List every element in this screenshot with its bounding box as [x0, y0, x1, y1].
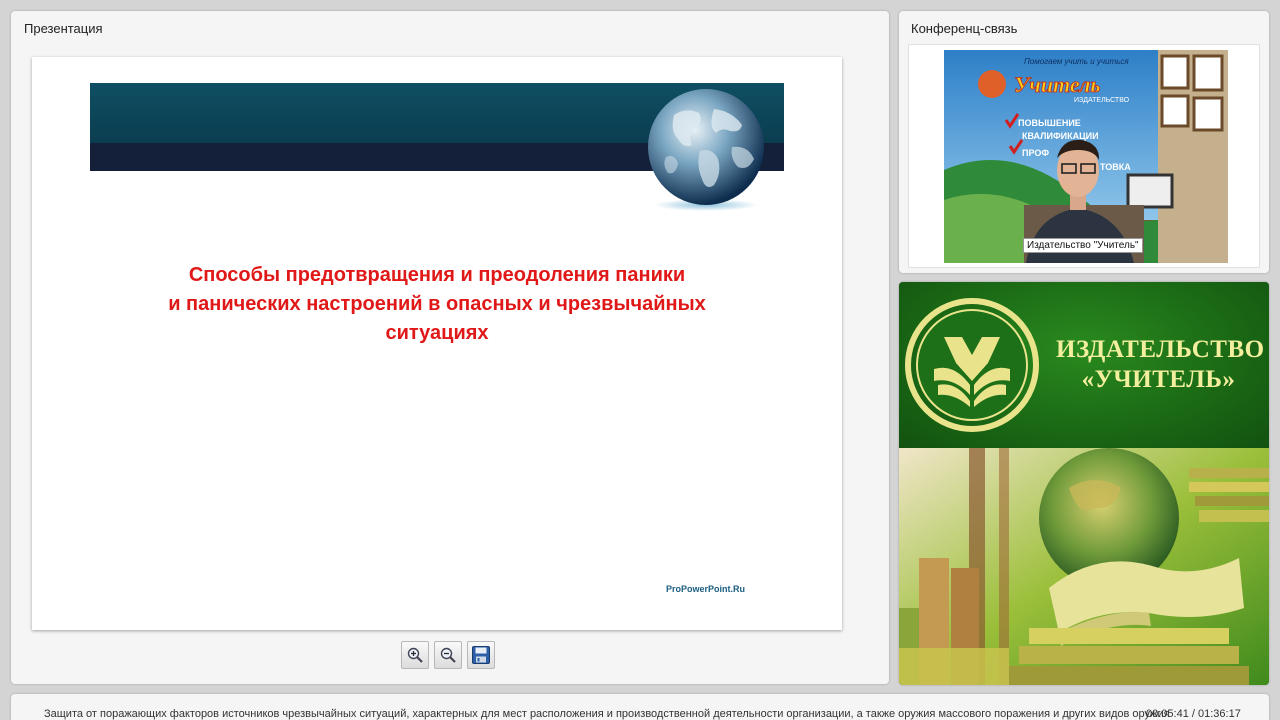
banner-text: ТОВКА: [1100, 162, 1131, 172]
save-button[interactable]: [467, 641, 495, 669]
banner-text: КВАЛИФИКАЦИИ: [1022, 131, 1099, 141]
publisher-name-line: ИЗДАТЕЛЬСТВО: [1056, 336, 1265, 363]
publisher-logo-icon: [905, 298, 1039, 432]
zoom-out-button[interactable]: [434, 641, 462, 669]
webcam-image: Помогаем учить и учиться Учитель ИЗДАТЕЛ…: [944, 50, 1228, 263]
slide-heading-line: ситуациях: [385, 322, 489, 344]
slide-heading-line: и панических настроений в опасных и чрез…: [168, 293, 706, 315]
zoom-in-button[interactable]: [401, 641, 429, 669]
webcam-video[interactable]: Помогаем учить и учиться Учитель ИЗДАТЕЛ…: [944, 50, 1228, 263]
lecture-title: Защита от поражающих факторов источников…: [44, 708, 1170, 720]
banner-text: ПОВЫШЕНИЕ: [1018, 118, 1081, 128]
presentation-panel-title: Презентация: [24, 21, 103, 36]
zoom-out-icon: [440, 647, 456, 663]
publisher-panel: ИЗДАТЕЛЬСТВО «УЧИТЕЛЬ»: [899, 282, 1269, 685]
footer-bar: Защита от поражающих факторов источников…: [11, 694, 1269, 720]
banner-text: Помогаем учить и учиться: [1024, 57, 1129, 66]
publisher-image: [899, 448, 1269, 685]
slide-heading: Способы предотвращения и преодоления пан…: [92, 261, 782, 348]
publisher-name: ИЗДАТЕЛЬСТВО «УЧИТЕЛЬ»: [1056, 335, 1265, 395]
video-caption: Издательство "Учитель": [1023, 238, 1143, 253]
globe-icon: [648, 89, 764, 211]
banner-text: Учитель: [1014, 72, 1100, 97]
conference-panel-title: Конференц-связь: [911, 21, 1018, 36]
slide-toolbar: [401, 641, 495, 669]
zoom-in-icon: [407, 647, 423, 663]
playback-time: 00:05:41 / 01:36:17: [1146, 708, 1241, 720]
conference-panel: Конференц-связь Помогаем учить и учиться…: [899, 11, 1269, 273]
presentation-slide: Способы предотвращения и преодоления пан…: [32, 57, 842, 630]
banner-text: ПРОФ: [1022, 148, 1049, 158]
presentation-panel: Презентация Способы предотвращения и пре…: [11, 11, 889, 684]
slide-credit: ProPowerPoint.Ru: [666, 584, 746, 594]
slide-heading-line: Способы предотвращения и преодоления пан…: [188, 264, 686, 286]
save-icon: [472, 646, 490, 664]
publisher-header: ИЗДАТЕЛЬСТВО «УЧИТЕЛЬ»: [899, 282, 1269, 448]
books-and-globe-image: [899, 448, 1269, 685]
video-frame: Помогаем учить и учиться Учитель ИЗДАТЕЛ…: [908, 44, 1260, 268]
banner-text: ИЗДАТЕЛЬСТВО: [1074, 97, 1130, 104]
publisher-name-line: «УЧИТЕЛЬ»: [1081, 366, 1236, 393]
